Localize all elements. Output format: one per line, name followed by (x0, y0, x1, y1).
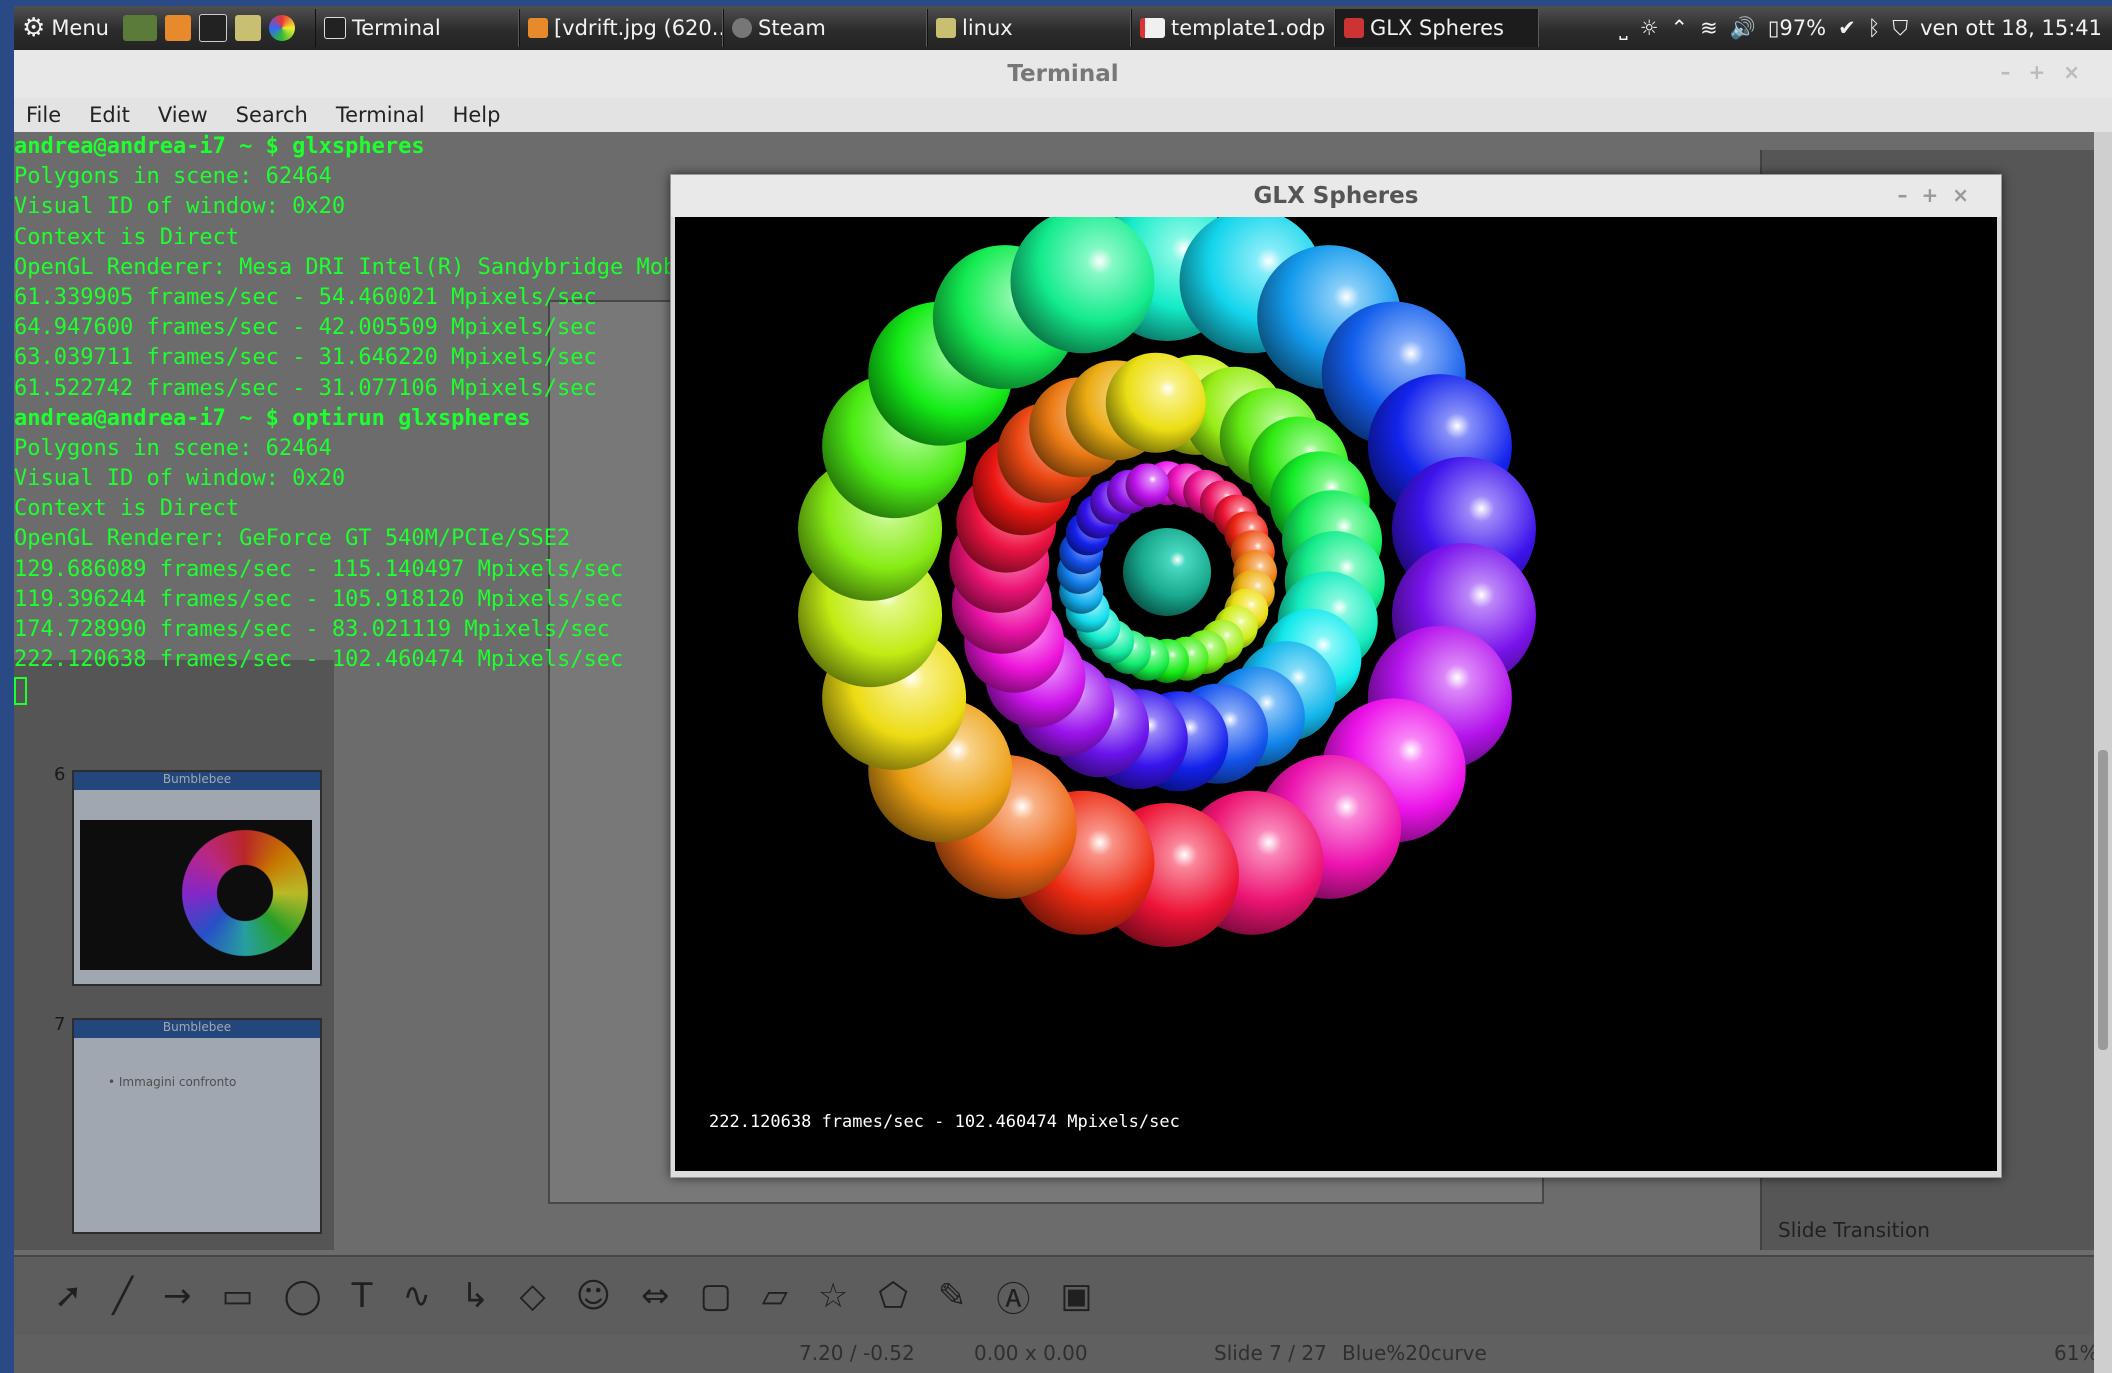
terminal-cursor (14, 677, 27, 706)
terminal-scroll-thumb[interactable] (2098, 750, 2108, 1050)
task-glx-spheres[interactable]: GLX Spheres (1334, 9, 1539, 47)
files-icon[interactable] (234, 15, 261, 41)
terminal-menubar: File Edit View Search Terminal Help (14, 98, 2112, 132)
bluetooth-icon[interactable]: ᛒ (1868, 16, 1881, 40)
maximize-icon[interactable]: + (2028, 60, 2063, 84)
terminal-launcher-icon[interactable] (198, 14, 227, 42)
glx-title: GLX Spheres (1253, 183, 1419, 209)
sphere (1125, 463, 1170, 508)
shield-icon[interactable]: ⛉ (1892, 16, 1908, 41)
desktop: Slide Transition 6 Bumblebee 7 Bumblebee… (0, 0, 2112, 1373)
gear-icon: ⚙ (22, 13, 46, 43)
task-label: [vdrift.jpg (620... (553, 16, 723, 40)
battery-percent: 97% (1779, 16, 1827, 40)
chevron-up-icon[interactable]: ⌃ (1670, 16, 1688, 40)
task-label: linux (961, 16, 1013, 40)
task-image-viewer[interactable]: [vdrift.jpg (620... (518, 9, 723, 47)
chrome-icon[interactable] (268, 15, 295, 41)
menu-search[interactable]: Search (236, 103, 308, 127)
task-label: template1.odp ... (1170, 16, 1335, 40)
menu-file[interactable]: File (26, 103, 61, 127)
top-panel: ⚙ Menu Terminal [vdrift.jpg (620... Stea… (14, 6, 2112, 50)
menu-view[interactable]: View (158, 103, 208, 127)
minimize-icon[interactable]: – (2000, 60, 2028, 84)
folder-icon (935, 18, 956, 38)
image-viewer-icon (527, 18, 548, 38)
task-label: GLX Spheres (1369, 16, 1504, 40)
brightness-icon[interactable]: ☼ (1640, 16, 1659, 40)
keyboard-icon[interactable]: ⎵ (1619, 16, 1627, 41)
terminal-title: Terminal (1007, 61, 1119, 87)
terminal-icon (323, 17, 346, 39)
terminal-titlebar[interactable]: Terminal –+× (14, 50, 2112, 98)
sphere (1123, 528, 1211, 616)
glx-app-icon (1343, 18, 1364, 38)
minimize-icon[interactable]: – (1897, 183, 1921, 207)
task-template[interactable]: template1.odp ... (1130, 9, 1335, 47)
close-icon[interactable]: × (2063, 60, 2098, 84)
firefox-icon[interactable] (164, 15, 191, 41)
task-terminal[interactable]: Terminal (314, 9, 519, 47)
task-linux-folder[interactable]: linux (926, 9, 1131, 47)
close-icon[interactable]: × (1952, 183, 1983, 207)
menu-label: Menu (51, 16, 109, 40)
launchers (122, 14, 315, 42)
menu-edit[interactable]: Edit (89, 103, 130, 127)
terminal-line: andrea@andrea-i7 ~ $ glxspheres (14, 134, 425, 159)
menu-button[interactable]: ⚙ Menu (14, 6, 123, 50)
menu-help[interactable]: Help (453, 103, 501, 127)
clock[interactable]: ven ott 18, 15:41 (1920, 16, 2102, 40)
battery-icon[interactable]: ▯97% (1768, 16, 1826, 40)
system-tray: ⎵ ☼ ⌃ ≋ 🔊 ▯97% ✔ ᛒ ⛉ ven ott 18, 15:41 (1619, 16, 2112, 41)
sphere (1105, 352, 1206, 453)
fps-readout: 222.120638 frames/sec - 102.460474 Mpixe… (709, 1112, 1180, 1132)
task-steam[interactable]: Steam (722, 9, 927, 47)
volume-icon[interactable]: 🔊 (1730, 16, 1756, 41)
steam-icon (731, 18, 752, 38)
show-desktop-icon[interactable] (122, 15, 157, 41)
task-label: Terminal (351, 16, 441, 40)
menu-terminal[interactable]: Terminal (336, 103, 425, 127)
update-check-icon[interactable]: ✔ (1838, 16, 1856, 40)
impress-document-icon (1139, 18, 1165, 38)
maximize-icon[interactable]: + (1921, 183, 1952, 207)
glx-render-canvas: 222.120638 frames/sec - 102.460474 Mpixe… (675, 217, 1997, 1171)
glx-spheres-window: GLX Spheres –+× 222.120638 frames/sec - … (670, 174, 2002, 1178)
glx-titlebar[interactable]: GLX Spheres –+× (671, 175, 2001, 217)
wifi-icon[interactable]: ≋ (1700, 16, 1718, 40)
task-label: Steam (757, 16, 826, 40)
spheres-scene (798, 217, 1536, 947)
